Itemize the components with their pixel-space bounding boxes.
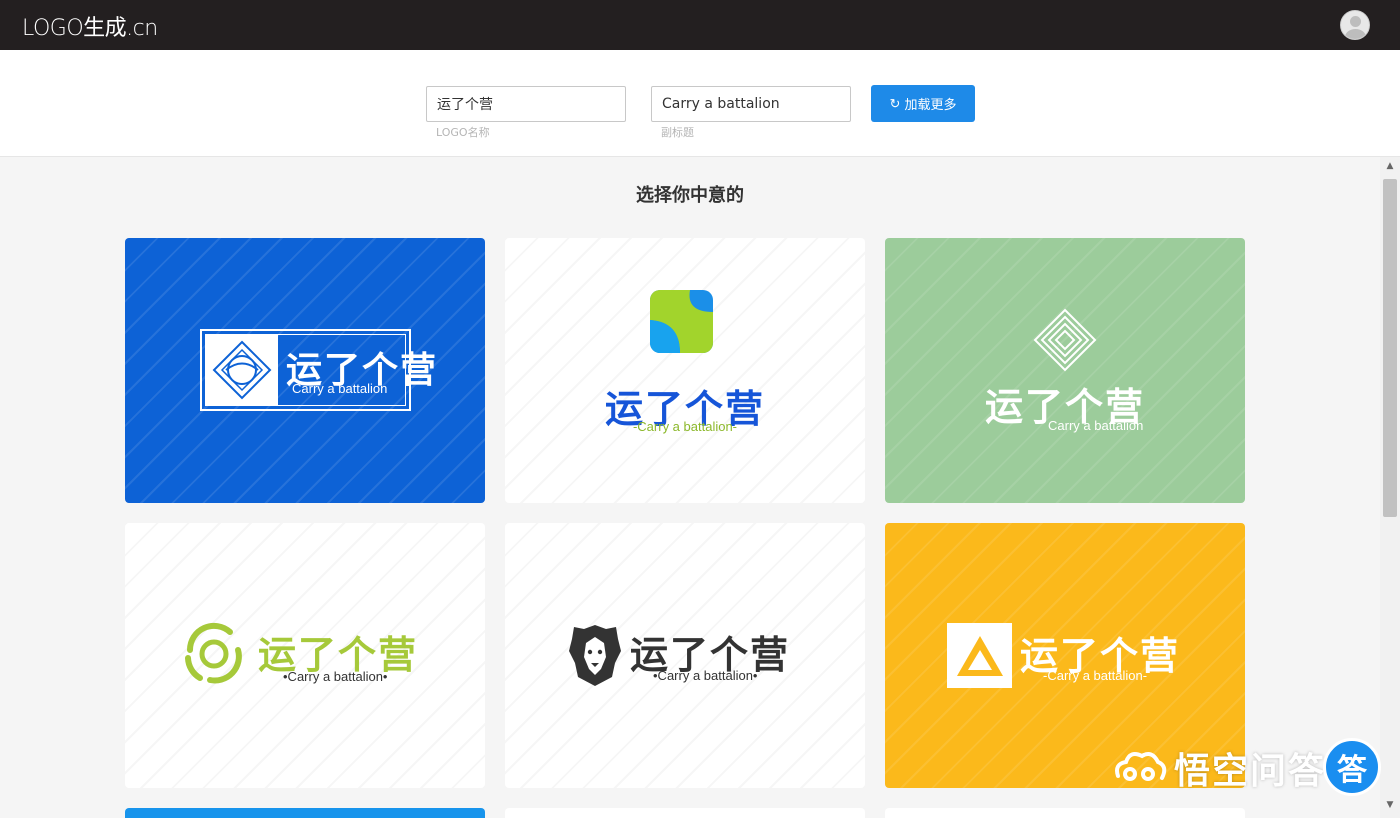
logo-card-7-partial[interactable] <box>125 808 485 818</box>
top-navbar: LOGO生成.cn <box>0 0 1400 50</box>
brand-logo[interactable]: LOGO生成.cn <box>22 10 158 42</box>
logo-card-5[interactable]: 运了个营 •Carry a battalion• <box>505 523 865 788</box>
logo-card-1[interactable]: 运了个营 Carry a battalion <box>125 238 485 503</box>
logo-card-2[interactable]: 运了个营 -Carry a battalion- <box>505 238 865 503</box>
avatar-head <box>1350 16 1361 27</box>
logo-card-sub: Carry a battalion <box>292 381 388 396</box>
app-square-icon <box>650 290 713 353</box>
wukong-text: 悟空问答 <box>1174 751 1327 792</box>
subtitle-group: 副标题 <box>651 86 851 140</box>
logo-card-4[interactable]: 运了个营 •Carry a battalion• <box>125 523 485 788</box>
logo-card-3[interactable]: 运了个营 Carry a battalion <box>885 238 1245 503</box>
watermark-pattern <box>505 238 865 503</box>
logo-card-sub: •Carry a battalion• <box>283 669 388 684</box>
logo-name-hint: LOGO名称 <box>436 126 490 139</box>
logo-card-9-partial[interactable] <box>885 808 1245 818</box>
subtitle-input[interactable] <box>651 86 851 122</box>
logo-form: LOGO名称 副标题 ↻ 加载更多 <box>0 50 1400 157</box>
triangle-icon <box>947 623 1012 688</box>
scroll-up-arrow-icon[interactable]: ▲ <box>1380 161 1400 175</box>
section-title: 选择你中意的 <box>636 185 744 206</box>
avatar-body <box>1345 29 1366 39</box>
wukong-watermark: 悟空问答 <box>1112 740 1326 796</box>
load-more-label: 加载更多 <box>904 97 957 112</box>
lion-head-icon <box>568 623 622 691</box>
logo-card-sub: -Carry a battalion- <box>632 419 738 434</box>
diamond-eye-icon <box>206 335 278 405</box>
page-scrollbar[interactable]: ▲ ▼ <box>1380 157 1400 818</box>
wukong-badge-icon: 答 <box>1323 738 1381 796</box>
logo-frame: 运了个营 Carry a battalion <box>200 329 436 411</box>
cloud-swirl-icon <box>1115 752 1167 781</box>
maze-diamond-icon <box>1033 308 1097 376</box>
scroll-down-arrow-icon[interactable]: ▼ <box>1380 800 1400 814</box>
logo-card-sub: Carry a battalion <box>1048 418 1144 433</box>
logo-name-input[interactable] <box>426 86 626 122</box>
swirl-ring-icon <box>180 620 248 692</box>
user-avatar[interactable] <box>1340 10 1370 40</box>
refresh-icon: ↻ <box>889 95 901 111</box>
logo-name-group: LOGO名称 <box>426 86 626 140</box>
logo-card-name: 运了个营 <box>286 350 439 391</box>
subtitle-hint: 副标题 <box>661 126 694 139</box>
load-more-button[interactable]: ↻ 加载更多 <box>871 85 975 122</box>
logo-card-sub: -Carry a battalion- <box>1043 668 1148 683</box>
logo-card-8-partial[interactable] <box>505 808 865 818</box>
scroll-thumb[interactable] <box>1383 179 1397 517</box>
logo-card-sub: •Carry a battalion• <box>653 668 758 683</box>
